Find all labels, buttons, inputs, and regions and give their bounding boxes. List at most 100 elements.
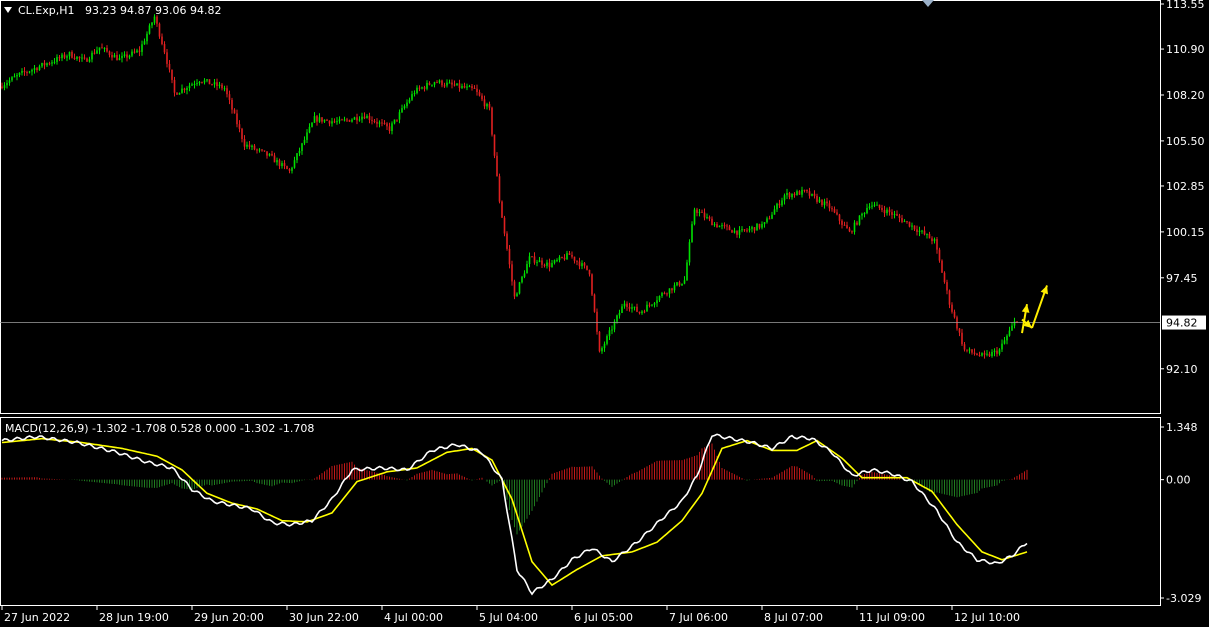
price-tick-label: 105.50	[1166, 135, 1205, 148]
candle-body	[1006, 335, 1008, 341]
candle-body	[183, 88, 186, 91]
candle-body	[938, 249, 941, 261]
candle-body	[316, 116, 318, 122]
candle-body	[918, 230, 921, 232]
candle-body	[116, 55, 118, 61]
candle-body	[151, 22, 153, 26]
candle-body	[296, 153, 298, 161]
candle-body	[838, 214, 841, 221]
candle-body	[58, 57, 61, 59]
candle-body	[333, 121, 336, 123]
candle-body	[856, 222, 858, 225]
candle-body	[321, 117, 323, 122]
candle-body	[126, 54, 128, 58]
candle-body	[998, 349, 1001, 354]
candle-body	[698, 211, 701, 213]
candle-body	[246, 144, 248, 147]
candle-body	[393, 119, 396, 124]
candle-body	[311, 122, 313, 127]
candle-body	[723, 225, 726, 227]
candle-body	[793, 193, 796, 196]
candle-body	[138, 50, 141, 52]
candle-body	[646, 304, 648, 312]
candle-body	[468, 86, 471, 88]
candle-body	[643, 311, 646, 313]
candle-body	[693, 209, 696, 225]
candle-body	[921, 230, 923, 232]
candle-body	[993, 350, 996, 353]
candle-body	[798, 191, 801, 195]
candle-body	[893, 214, 896, 216]
candle-body	[356, 117, 358, 121]
candle-body	[581, 263, 583, 267]
candle-body	[656, 300, 658, 304]
candle-body	[633, 306, 636, 308]
candle-body	[946, 282, 948, 291]
candle-body	[538, 260, 541, 263]
price-tick-label: 100.15	[1166, 226, 1205, 239]
candle-body	[483, 99, 486, 107]
candle-body	[16, 74, 18, 77]
candle-body	[821, 199, 823, 206]
candle-body	[551, 263, 553, 268]
candle-body	[571, 254, 573, 257]
candle-body	[111, 54, 113, 58]
candle-body	[813, 193, 816, 196]
time-tick-label: 30 Jun 22:00	[289, 611, 359, 624]
candle-body	[1011, 325, 1013, 331]
candle-body	[811, 193, 813, 196]
candle-body	[326, 119, 328, 121]
candle-body	[578, 261, 581, 267]
candle-body	[453, 84, 456, 86]
candle-body	[526, 264, 528, 274]
candle-body	[608, 330, 611, 337]
candle-body	[978, 355, 981, 357]
candle-body	[26, 72, 28, 74]
candle-body	[253, 145, 256, 150]
candle-body	[661, 293, 663, 296]
candle-body	[146, 33, 148, 42]
candle-body	[218, 84, 221, 87]
candle-body	[323, 119, 326, 122]
candle-body	[903, 221, 906, 223]
candle-body	[881, 207, 883, 211]
time-tick-label: 7 Jul 06:00	[669, 611, 728, 624]
candle-body	[291, 167, 293, 171]
trading-chart[interactable]: 113.55 110.90 108.20 105.50 102.85 100.15 97.4…	[0, 0, 1209, 627]
candle-body	[276, 160, 278, 163]
candle-body	[46, 63, 48, 66]
candle-body	[1003, 340, 1006, 344]
candle-body	[458, 83, 461, 88]
candle-body	[341, 119, 343, 121]
candle-body	[913, 225, 916, 230]
candle-body	[358, 119, 361, 121]
candle-body	[131, 51, 133, 56]
candle-body	[733, 230, 736, 233]
candle-body	[226, 88, 228, 95]
candle-body	[53, 61, 56, 63]
candle-body	[908, 221, 911, 227]
candle-body	[553, 260, 556, 264]
candle-body	[308, 126, 311, 133]
candle-body	[338, 119, 341, 122]
candle-body	[891, 212, 893, 215]
candle-body	[463, 86, 466, 88]
candle-body	[611, 329, 613, 331]
candle-body	[506, 233, 508, 249]
candle-body	[93, 52, 96, 54]
candle-body	[846, 225, 848, 229]
candle-body	[521, 276, 523, 283]
candle-body	[83, 57, 86, 59]
candle-body	[836, 212, 838, 215]
macd-tick-label: 1.348	[1166, 421, 1198, 434]
candle-body	[18, 72, 21, 75]
candle-body	[213, 82, 216, 85]
candle-body	[563, 257, 566, 260]
candle-body	[378, 122, 381, 124]
candle-body	[801, 189, 803, 195]
candle-body	[731, 230, 733, 233]
candle-body	[396, 119, 398, 121]
candle-body	[201, 81, 203, 83]
candle-body	[456, 83, 458, 86]
candle-body	[176, 92, 178, 95]
